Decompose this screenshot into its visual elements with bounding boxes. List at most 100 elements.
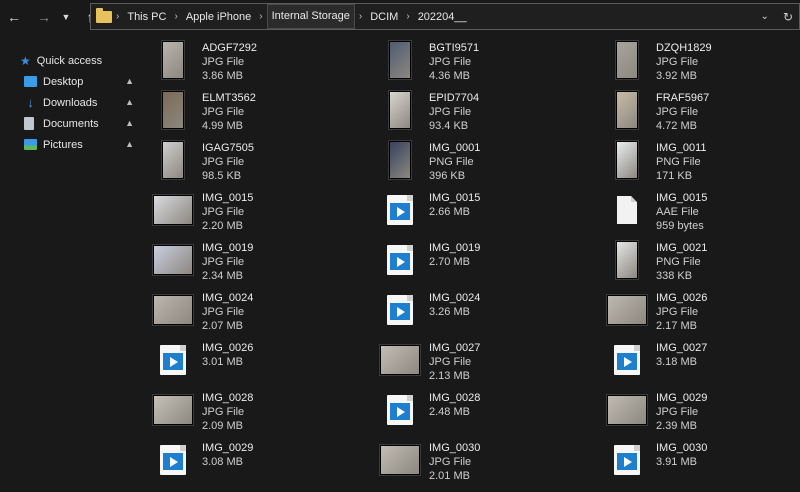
- sidebar-item-label: Quick access: [36, 54, 103, 67]
- breadcrumb-current-folder[interactable]: 202204__: [414, 11, 471, 23]
- image-thumbnail: [616, 91, 638, 129]
- video-file-icon: [160, 345, 186, 375]
- file-name: ADGF7292: [202, 42, 258, 54]
- file-meta: IMG_0011 PNG File 171 KB: [656, 138, 707, 183]
- file-item[interactable]: IMG_0024 JPG File 2.07 MB: [148, 288, 375, 338]
- file-item[interactable]: IMG_0028 2.48 MB: [375, 388, 602, 438]
- chevron-right-icon[interactable]: ›: [402, 11, 413, 22]
- file-size: 2.66 MB: [429, 206, 470, 218]
- file-meta: IMG_0024 JPG File 2.07 MB: [202, 288, 253, 333]
- image-thumbnail: [616, 41, 638, 79]
- file-size: 3.01 MB: [202, 356, 243, 368]
- file-size: 2.17 MB: [656, 320, 697, 332]
- file-thumbnail: [375, 188, 425, 232]
- sidebar-item-quick-access[interactable]: ★ Quick access: [0, 50, 140, 71]
- breadcrumb-dcim[interactable]: DCIM: [366, 11, 402, 23]
- pin-icon[interactable]: ▲: [125, 118, 134, 128]
- file-item[interactable]: IMG_0027 3.18 MB: [602, 338, 800, 388]
- sidebar-item-label: Downloads: [43, 96, 98, 109]
- file-item[interactable]: IMG_0011 PNG File 171 KB: [602, 138, 800, 188]
- file-meta: BGTI9571 JPG File 4.36 MB: [429, 38, 479, 83]
- file-thumbnail: [602, 288, 652, 332]
- file-size: 2.34 MB: [202, 270, 243, 282]
- file-item[interactable]: IMG_0021 PNG File 338 KB: [602, 238, 800, 288]
- file-item[interactable]: IMG_0019 JPG File 2.34 MB: [148, 238, 375, 288]
- breadcrumb-apple-iphone[interactable]: Apple iPhone: [182, 11, 255, 23]
- file-size: 2.20 MB: [202, 220, 243, 232]
- chevron-right-icon[interactable]: ›: [170, 11, 181, 22]
- file-type: JPG File: [429, 56, 472, 68]
- file-meta: IMG_0019 JPG File 2.34 MB: [202, 238, 253, 283]
- chevron-right-icon[interactable]: ›: [355, 11, 366, 22]
- file-size: 2.07 MB: [202, 320, 243, 332]
- chevron-right-icon[interactable]: ›: [255, 11, 266, 22]
- sidebar-item-documents[interactable]: Documents ▲: [0, 113, 140, 134]
- file-item[interactable]: DZQH1829 JPG File 3.92 MB: [602, 38, 800, 88]
- file-name: IMG_0027: [656, 342, 708, 354]
- pin-icon[interactable]: ▲: [125, 139, 134, 149]
- address-dropdown-chevron-icon[interactable]: ⌄: [761, 11, 769, 22]
- file-item[interactable]: IMG_0029 3.08 MB: [148, 438, 375, 488]
- file-item[interactable]: IGAG7505 JPG File 98.5 KB: [148, 138, 375, 188]
- file-item[interactable]: BGTI9571 JPG File 4.36 MB: [375, 38, 602, 88]
- file-item[interactable]: EPID7704 JPG File 93.4 KB: [375, 88, 602, 138]
- sidebar-item-label: Pictures: [43, 138, 83, 151]
- forward-arrow-icon[interactable]: →: [34, 7, 54, 27]
- file-meta: IMG_0026 3.01 MB: [202, 338, 253, 369]
- video-file-icon: [160, 445, 186, 475]
- file-meta: IMG_0028 2.48 MB: [429, 388, 480, 419]
- file-item[interactable]: IMG_0024 3.26 MB: [375, 288, 602, 338]
- file-item[interactable]: IMG_0026 JPG File 2.17 MB: [602, 288, 800, 338]
- file-name: DZQH1829: [656, 42, 712, 54]
- play-icon: [163, 453, 183, 470]
- file-size: 338 KB: [656, 270, 693, 282]
- file-item[interactable]: IMG_0029 JPG File 2.39 MB: [602, 388, 800, 438]
- file-item[interactable]: IMG_0028 JPG File 2.09 MB: [148, 388, 375, 438]
- file-name: IMG_0015: [202, 192, 254, 204]
- file-item[interactable]: IMG_0015 JPG File 2.20 MB: [148, 188, 375, 238]
- image-thumbnail: [380, 345, 420, 375]
- file-item[interactable]: IMG_0015 2.66 MB: [375, 188, 602, 238]
- file-name: IMG_0027: [429, 342, 481, 354]
- pin-icon[interactable]: ▲: [125, 76, 134, 86]
- file-name: IMG_0028: [202, 392, 254, 404]
- file-type: PNG File: [656, 256, 701, 268]
- file-name: IMG_0001: [429, 142, 481, 154]
- file-item[interactable]: ADGF7292 JPG File 3.86 MB: [148, 38, 375, 88]
- back-arrow-icon[interactable]: ←: [4, 7, 24, 27]
- file-type: JPG File: [429, 456, 472, 468]
- file-thumbnail: [602, 338, 652, 382]
- refresh-icon[interactable]: ↻: [783, 10, 793, 24]
- file-name: IMG_0011: [656, 142, 707, 154]
- file-name: EPID7704: [429, 92, 480, 104]
- breadcrumb-internal-storage[interactable]: Internal Storage: [266, 4, 355, 29]
- file-size: 3.91 MB: [656, 456, 697, 468]
- sidebar-item-desktop[interactable]: Desktop ▲: [0, 71, 140, 92]
- file-item[interactable]: IMG_0001 PNG File 396 KB: [375, 138, 602, 188]
- file-meta: IMG_0021 PNG File 338 KB: [656, 238, 707, 283]
- file-item[interactable]: IMG_0030 3.91 MB: [602, 438, 800, 488]
- file-item[interactable]: IMG_0026 3.01 MB: [148, 338, 375, 388]
- sidebar-item-pictures[interactable]: Pictures ▲: [0, 134, 140, 155]
- file-item[interactable]: IMG_0019 2.70 MB: [375, 238, 602, 288]
- file-item[interactable]: IMG_0030 JPG File 2.01 MB: [375, 438, 602, 488]
- pin-icon[interactable]: ▲: [125, 97, 134, 107]
- file-item[interactable]: ELMT3562 JPG File 4.99 MB: [148, 88, 375, 138]
- file-name: IMG_0028: [429, 392, 481, 404]
- file-size: 2.13 MB: [429, 370, 470, 382]
- sidebar-item-downloads[interactable]: ↓ Downloads ▲: [0, 92, 140, 113]
- recent-locations-chevron-icon[interactable]: ▼: [56, 7, 76, 27]
- file-item[interactable]: IMG_0015 AAE File 959 bytes: [602, 188, 800, 238]
- file-meta: DZQH1829 JPG File 3.92 MB: [656, 38, 712, 83]
- breadcrumb-this-pc[interactable]: This PC: [123, 11, 170, 23]
- file-thumbnail: [148, 238, 198, 282]
- file-item[interactable]: FRAF5967 JPG File 4.72 MB: [602, 88, 800, 138]
- file-name: IMG_0029: [202, 442, 254, 454]
- video-file-icon: [614, 345, 640, 375]
- address-bar-controls: ⌄ ↻: [761, 4, 793, 29]
- chevron-right-icon[interactable]: ›: [112, 11, 123, 22]
- file-item[interactable]: IMG_0027 JPG File 2.13 MB: [375, 338, 602, 388]
- address-bar[interactable]: › This PC › Apple iPhone › Internal Stor…: [90, 3, 800, 30]
- file-thumbnail: [148, 438, 198, 482]
- file-thumbnail: [602, 188, 652, 232]
